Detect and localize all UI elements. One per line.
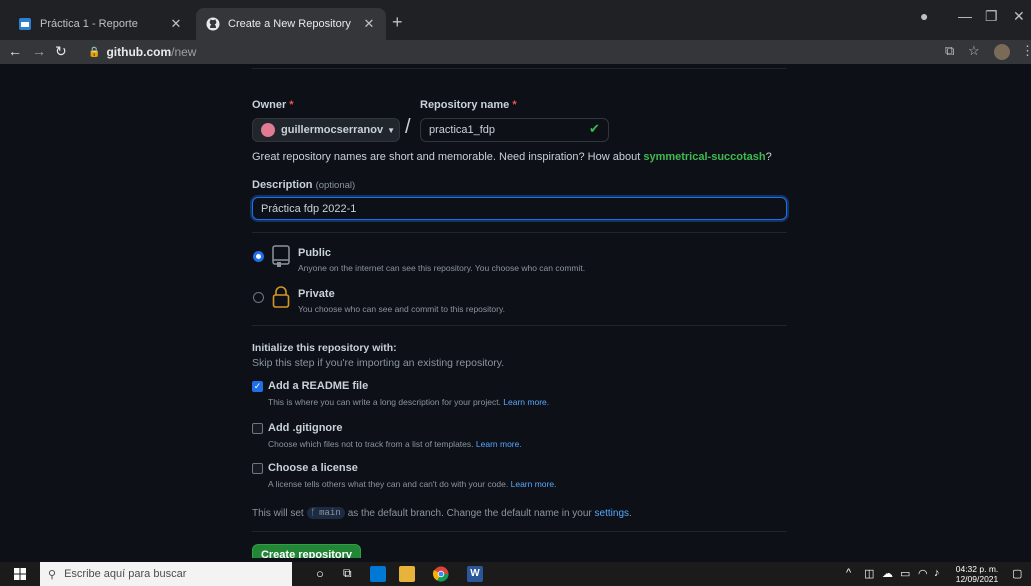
divider [252,68,787,69]
branch-pill: ᚶ main [306,507,345,519]
taskbar-clock[interactable]: 04:32 p. m. 12/09/2021 [950,564,1004,584]
chevron-down-icon: ▼ [387,125,396,135]
tray-chevron-up-icon[interactable]: ^ [846,567,851,579]
browser-toolbar: ← → ↻ 🔒 github.com/new ⧉ ☆ ⋮ [0,40,1031,64]
task-view-icon[interactable]: ⧉ [343,566,359,582]
forward-icon[interactable]: → [32,43,46,59]
tab-close-icon[interactable]: ✕ [169,16,183,32]
more-menu-icon[interactable]: ⋮ [1021,43,1031,59]
learn-more-link[interactable]: Learn more. [511,479,557,489]
bookmark-star-icon[interactable]: ☆ [968,43,980,59]
init-title: Initialize this repository with: [252,342,397,354]
private-radio[interactable] [253,292,264,303]
gitignore-checkbox[interactable] [252,423,263,434]
repo-name-hint: Great repository names are short and mem… [252,151,772,163]
learn-more-link[interactable]: Learn more. [476,439,522,449]
public-title: Public [298,247,332,259]
taskbar-search[interactable]: ⚲ Escribe aquí para buscar [40,562,292,586]
github-new-repo-page: Owner * Repository name * guillermocserr… [0,64,1031,558]
repo-name-label: Repository name * [420,99,517,111]
private-title: Private [298,288,335,300]
suggested-name-link[interactable]: symmetrical-succotash [643,151,765,163]
license-label: Choose a license [268,462,358,474]
store-icon[interactable] [370,566,386,582]
public-radio[interactable] [253,251,264,262]
word-icon[interactable]: W [467,566,483,582]
readme-checkbox[interactable]: ✓ [252,381,263,392]
gitignore-label: Add .gitignore [268,422,343,434]
owner-dropdown[interactable]: guillermocserranov ▼ [252,118,400,142]
description-input[interactable] [252,197,787,220]
search-placeholder: Escribe aquí para buscar [64,568,187,580]
file-explorer-icon[interactable] [399,566,415,582]
volume-icon[interactable]: ♪ [934,567,940,579]
search-icon: ⚲ [48,568,57,581]
battery-icon[interactable]: ▭ [900,567,910,580]
tab-create-repository[interactable]: Create a New Repository ✕ [196,8,386,40]
repo-book-icon [272,245,290,267]
repo-name-input[interactable] [420,118,609,142]
back-icon[interactable]: ← [8,43,22,59]
github-favicon-icon [206,17,220,31]
clock-date: 12/09/2021 [955,574,999,584]
license-description: A license tells others what they can and… [268,479,557,489]
init-subtitle: Skip this step if you're importing an ex… [252,357,505,369]
create-repository-button[interactable]: Create repository [252,544,361,558]
tab-title: Práctica 1 - Reporte [40,18,138,30]
avatar[interactable] [994,44,1010,60]
minimize-icon[interactable]: — [958,8,972,24]
owner-repo-separator: / [405,116,411,138]
divider [252,325,787,326]
gitignore-description: Choose which files not to track from a l… [268,439,522,449]
readme-description: This is where you can write a long descr… [268,397,550,407]
owner-avatar-icon [261,123,275,137]
tab-practica-reporte[interactable]: Práctica 1 - Reporte ✕ [8,8,193,40]
reload-icon[interactable]: ↻ [55,43,67,60]
owner-label: Owner * [252,99,294,111]
cortana-icon[interactable]: ○ [316,566,332,582]
onedrive-icon[interactable]: ☁ [882,567,893,580]
description-label: Description (optional) [252,179,356,191]
new-tab-icon[interactable]: + [392,12,403,33]
chrome-icon[interactable] [433,566,449,582]
tab-close-icon[interactable]: ✕ [362,16,376,32]
slides-favicon-icon [19,18,31,30]
private-description: You choose who can see and commit to thi… [298,304,505,314]
tray-app-icon[interactable]: ◫ [864,567,874,580]
learn-more-link[interactable]: Learn more. [503,397,549,407]
wifi-icon[interactable]: ◠ [918,567,928,580]
settings-link[interactable]: settings [595,508,629,519]
browser-profile-menu-icon[interactable]: ● [920,8,928,24]
public-description: Anyone on the internet can see this repo… [298,263,586,273]
readme-label: Add a README file [268,380,369,392]
clock-time: 04:32 p. m. [955,564,999,574]
url-host: github.com [106,45,172,59]
close-window-icon[interactable]: ✕ [1013,8,1025,25]
translate-icon[interactable]: ⧉ [945,43,954,59]
browser-tab-strip: Práctica 1 - Reporte ✕ Create a New Repo… [0,0,1031,40]
windows-start-icon[interactable] [14,568,26,580]
address-bar[interactable]: 🔒 github.com/new [88,42,928,62]
url-path: /new [171,45,197,59]
owner-value: guillermocserranov [281,124,384,136]
divider [252,232,787,233]
default-branch-note: This will set ᚶ main as the default branc… [252,507,632,519]
tab-title: Create a New Repository [228,18,351,30]
license-checkbox[interactable] [252,463,263,474]
lock-icon [272,286,290,308]
divider [252,531,787,532]
lock-icon: 🔒 [88,46,101,58]
branch-icon: ᚶ [310,508,317,518]
valid-check-icon: ✔ [589,121,600,136]
maximize-icon[interactable]: ❐ [985,8,998,25]
notifications-icon[interactable]: ▢ [1012,567,1022,580]
windows-taskbar: ⚲ Escribe aquí para buscar ○ ⧉ W ^ ◫ ☁ ▭… [0,562,1031,586]
